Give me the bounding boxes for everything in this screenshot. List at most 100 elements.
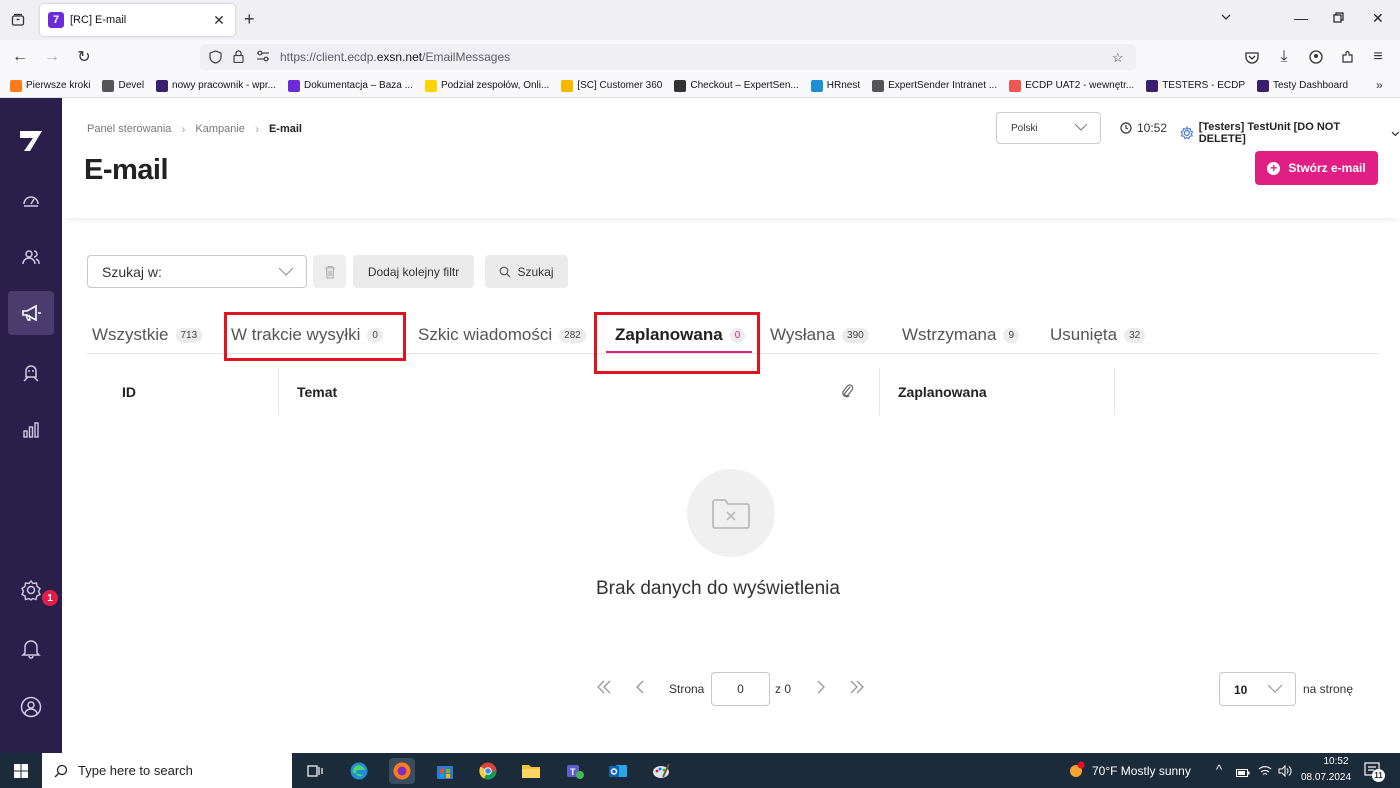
lock-icon[interactable] bbox=[233, 50, 244, 66]
column-header-scheduled[interactable]: Zaplanowana bbox=[898, 384, 987, 400]
clock: 10:52 bbox=[1120, 121, 1167, 135]
bookmark-item[interactable]: Podział zespołów, Onli... bbox=[424, 79, 549, 92]
bookmark-item[interactable]: Testy Dashboard bbox=[1257, 79, 1348, 92]
tab-overflow-chevron-icon[interactable] bbox=[1220, 10, 1232, 26]
forward-icon[interactable]: → bbox=[42, 47, 62, 67]
taskbar-date[interactable]: 08.07.2024 bbox=[1301, 772, 1351, 783]
taskbar-time[interactable]: 10:52 bbox=[1311, 756, 1361, 767]
url-text[interactable]: https://client.ecdp.exsn.net/EmailMessag… bbox=[280, 50, 510, 64]
column-header-subject[interactable]: Temat bbox=[297, 384, 337, 400]
dashboard-gauge-icon[interactable] bbox=[8, 178, 54, 222]
page-label: Strona bbox=[669, 682, 705, 696]
tab-all[interactable]: Wszystkie 713 bbox=[92, 325, 203, 345]
bookmark-item[interactable]: ExpertSender Intranet ... bbox=[872, 79, 997, 92]
prev-page-icon[interactable] bbox=[635, 680, 645, 699]
add-filter-button[interactable]: Dodaj kolejny filtr bbox=[353, 255, 474, 288]
tab-deleted[interactable]: Usunięta 32 bbox=[1050, 325, 1146, 345]
bookmark-item[interactable]: nowy pracownik - wpr... bbox=[156, 79, 276, 92]
app-logo[interactable] bbox=[17, 126, 45, 154]
browser-tab-bar: 7 [RC] E-mail ✕ + — ✕ bbox=[0, 0, 1400, 40]
minimize-icon[interactable]: — bbox=[1294, 10, 1308, 26]
bookmark-item[interactable]: Dokumentacja – Baza ... bbox=[287, 79, 413, 92]
next-page-icon[interactable] bbox=[816, 680, 826, 699]
edge-browser-icon[interactable] bbox=[346, 758, 372, 784]
user-profile-icon[interactable] bbox=[8, 685, 54, 729]
account-icon[interactable] bbox=[1306, 47, 1326, 67]
store-icon[interactable] bbox=[432, 758, 458, 784]
teams-icon[interactable]: T bbox=[562, 758, 588, 784]
file-explorer-icon[interactable] bbox=[518, 758, 544, 784]
tab-paused[interactable]: Wstrzymana 9 bbox=[902, 325, 1020, 345]
search-button[interactable]: Szukaj bbox=[485, 255, 568, 288]
weather-text[interactable]: 70°F Mostly sunny bbox=[1092, 764, 1191, 778]
tab-draft[interactable]: Szkic wiadomości 282 bbox=[418, 325, 586, 345]
volume-icon[interactable] bbox=[1278, 764, 1292, 782]
bookmark-item[interactable]: Pierwsze kroki bbox=[10, 79, 90, 92]
campaigns-megaphone-icon[interactable] bbox=[8, 291, 54, 335]
breadcrumb-campaigns[interactable]: Kampanie bbox=[195, 123, 245, 135]
automation-icon[interactable] bbox=[8, 351, 54, 395]
clear-filters-button[interactable] bbox=[313, 255, 346, 288]
notification-center-icon[interactable]: 11 bbox=[1364, 761, 1385, 786]
per-page-select[interactable]: 10 bbox=[1219, 672, 1296, 706]
windows-start-icon[interactable] bbox=[14, 764, 28, 783]
settings-gear-icon[interactable]: 1 bbox=[8, 568, 58, 612]
reload-icon[interactable]: ↻ bbox=[74, 47, 94, 67]
search-icon bbox=[500, 266, 511, 277]
close-tab-icon[interactable]: ✕ bbox=[211, 12, 227, 29]
app-sidebar: 1 bbox=[0, 98, 62, 753]
tab-count-badge: 32 bbox=[1124, 327, 1146, 343]
bookmark-label: HRnest bbox=[826, 80, 861, 91]
tenant-gear-icon bbox=[1180, 126, 1194, 140]
extensions-icon[interactable] bbox=[1338, 47, 1358, 67]
notifications-bell-icon[interactable] bbox=[8, 626, 54, 670]
restore-icon[interactable] bbox=[1333, 10, 1344, 26]
weather-sun-icon[interactable] bbox=[1066, 761, 1086, 786]
first-page-icon[interactable] bbox=[596, 680, 612, 699]
address-bar[interactable]: https://client.ecdp.exsn.net/EmailMessag… bbox=[200, 44, 1136, 70]
new-tab-icon[interactable]: + bbox=[244, 9, 255, 30]
page-number-input[interactable]: 0 bbox=[711, 672, 770, 706]
outlook-icon[interactable] bbox=[605, 758, 631, 784]
close-window-icon[interactable]: ✕ bbox=[1372, 10, 1384, 27]
browser-tab[interactable]: 7 [RC] E-mail ✕ bbox=[40, 4, 235, 36]
plus-circle-icon: + bbox=[1267, 161, 1281, 175]
bookmarks-overflow-icon[interactable]: » bbox=[1376, 78, 1383, 92]
bookmark-item[interactable]: Devel bbox=[102, 79, 144, 92]
back-icon[interactable]: ← bbox=[10, 47, 30, 67]
downloads-icon[interactable]: ⤓ bbox=[1274, 47, 1294, 67]
shield-icon[interactable] bbox=[209, 50, 222, 67]
bookmark-item[interactable]: TESTERS - ECDP bbox=[1146, 79, 1245, 92]
taskbar-search[interactable]: Type here to search bbox=[42, 753, 292, 788]
paint-icon[interactable] bbox=[648, 758, 674, 784]
bookmark-item[interactable]: Checkout – ExpertSen... bbox=[674, 79, 799, 92]
search-button-label: Szukaj bbox=[517, 264, 554, 279]
tab-list-icon[interactable] bbox=[8, 10, 28, 30]
column-header-id[interactable]: ID bbox=[122, 384, 136, 400]
pocket-icon[interactable] bbox=[1242, 47, 1262, 67]
task-view-icon[interactable] bbox=[302, 758, 328, 784]
wifi-icon[interactable] bbox=[1258, 764, 1272, 782]
menu-icon[interactable]: ≡ bbox=[1368, 47, 1388, 67]
breadcrumb-dashboard[interactable]: Panel sterowania bbox=[87, 123, 171, 135]
bookmark-star-icon[interactable]: ☆ bbox=[1112, 50, 1124, 66]
contacts-icon[interactable] bbox=[8, 235, 54, 279]
chrome-icon[interactable] bbox=[475, 758, 501, 784]
tab-sent[interactable]: Wysłana 390 bbox=[770, 325, 869, 345]
bookmark-item[interactable]: HRnest bbox=[810, 79, 861, 92]
tenant-switcher[interactable]: [Testers] TestUnit [DO NOT DELETE] bbox=[1180, 121, 1400, 145]
language-select[interactable]: Polski bbox=[996, 112, 1101, 144]
create-email-button[interactable]: + Stwórz e-mail bbox=[1255, 151, 1378, 185]
reports-chart-icon[interactable] bbox=[8, 408, 54, 452]
bookmark-item[interactable]: ECDP UAT2 - wewnętr... bbox=[1009, 79, 1134, 92]
bookmark-item[interactable]: [SC] Customer 360 bbox=[561, 79, 662, 92]
battery-icon[interactable] bbox=[1236, 765, 1250, 783]
bookmark-favicon-icon bbox=[810, 79, 823, 92]
tab-count-badge: 390 bbox=[842, 327, 869, 343]
trash-icon bbox=[324, 265, 335, 279]
search-in-select[interactable]: Szukaj w: bbox=[87, 255, 307, 288]
last-page-icon[interactable] bbox=[849, 680, 865, 699]
firefox-icon[interactable] bbox=[389, 758, 415, 784]
permissions-icon[interactable] bbox=[256, 50, 270, 65]
show-hidden-icons-chevron-up-icon[interactable]: ^ bbox=[1216, 762, 1222, 777]
